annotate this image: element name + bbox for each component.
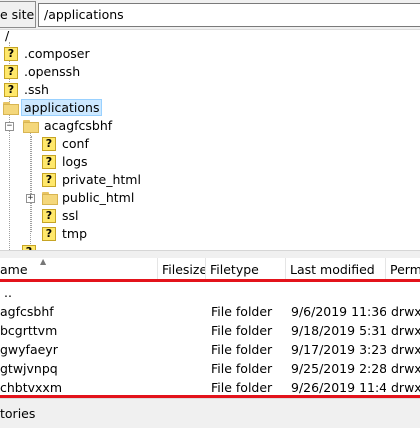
tree-item-label: private_html: [62, 172, 141, 187]
folder-icon: [42, 192, 58, 205]
status-bar: tories: [0, 398, 420, 428]
file-name: ..: [4, 285, 12, 300]
sort-ascending-icon: ▲: [40, 258, 47, 266]
file-permissions: drwxr: [391, 342, 420, 357]
tree-item-public-html[interactable]: + public_html: [0, 189, 420, 207]
tree-item-composer[interactable]: ? .composer: [0, 45, 420, 63]
tree-item-logs[interactable]: ? logs: [0, 153, 420, 171]
file-row[interactable]: agfcsbhf File folder 9/6/2019 11:36:... …: [0, 302, 420, 321]
tree-item-label: tmp: [62, 226, 88, 241]
parent-directory-row[interactable]: ..: [0, 283, 420, 302]
unknown-folder-icon: ?: [4, 83, 18, 97]
unknown-folder-icon: ?: [42, 137, 56, 151]
pane-splitter[interactable]: [0, 250, 420, 258]
file-modified: 9/6/2019 11:36:...: [291, 304, 386, 319]
file-modified: 9/18/2019 5:31:...: [291, 323, 386, 338]
tree-item-label: logs: [62, 154, 88, 169]
file-modified: 9/25/2019 2:28:...: [291, 361, 386, 376]
file-name: bcgrttvm: [0, 323, 58, 338]
tree-item-private-html[interactable]: ? private_html: [0, 171, 420, 189]
remote-path-input[interactable]: /applications: [38, 3, 420, 27]
file-type: File folder: [211, 323, 273, 338]
expand-icon[interactable]: +: [26, 194, 35, 203]
file-row[interactable]: gwyfaeyr File folder 9/17/2019 3:23:... …: [0, 340, 420, 359]
unknown-folder-icon: ?: [42, 173, 56, 187]
tree-item-label: ssl: [62, 208, 79, 223]
unknown-folder-icon: ?: [42, 227, 56, 241]
tree-item-label: conf: [62, 136, 89, 151]
file-type: File folder: [211, 304, 273, 319]
tree-root-label: /: [5, 30, 10, 43]
file-row[interactable]: bcgrttvm File folder 9/18/2019 5:31:... …: [0, 321, 420, 340]
remote-site-label: e site:: [0, 1, 36, 28]
unknown-folder-icon: ?: [4, 47, 18, 61]
folder-icon: [23, 120, 39, 133]
folder-icon: [3, 102, 19, 115]
tree-item-conf[interactable]: ? conf: [0, 135, 420, 153]
file-name: gtwjvnpq: [0, 361, 58, 376]
tree-item-partial[interactable]: ?: [0, 243, 420, 250]
unknown-folder-icon: ?: [4, 65, 18, 79]
file-row[interactable]: gtwjvnpq File folder 9/25/2019 2:28:... …: [0, 359, 420, 378]
remote-site-bar: e site: /applications: [0, 0, 420, 30]
file-name: agfcsbhf: [0, 304, 54, 319]
tree-item-label: public_html: [62, 190, 135, 205]
unknown-folder-icon: ?: [42, 155, 56, 169]
collapse-icon[interactable]: −: [5, 122, 14, 131]
remote-file-list[interactable]: ▲ ame Filesize Filetype Last modified Pe…: [0, 258, 420, 398]
tree-item-label: acagfcsbhf: [44, 118, 113, 133]
tree-item-openssh[interactable]: ? .openssh: [0, 63, 420, 81]
tree-item-ssh[interactable]: ? .ssh: [0, 81, 420, 99]
file-permissions: drwxr: [391, 304, 420, 319]
tree-item-ssl[interactable]: ? ssl: [0, 207, 420, 225]
file-type: File folder: [211, 361, 273, 376]
file-permissions: drwxr: [391, 361, 420, 376]
tree-item-label: .composer: [24, 46, 90, 61]
file-modified: 9/17/2019 3:23:...: [291, 342, 386, 357]
tree-item-label: .openssh: [24, 64, 81, 79]
unknown-folder-icon: ?: [42, 209, 56, 223]
tree-item-applications[interactable]: applications: [0, 99, 420, 117]
tree-item-acagfcsbhf[interactable]: − acagfcsbhf: [0, 117, 420, 135]
status-text: tories: [0, 406, 36, 421]
remote-directory-tree[interactable]: / ? .composer ? .openssh ? .ssh applicat…: [0, 30, 420, 250]
file-type: File folder: [211, 342, 273, 357]
highlight-border-top: [0, 279, 420, 282]
tree-item-label: applications: [21, 99, 103, 116]
file-permissions: drwxr: [391, 323, 420, 338]
file-name: gwyfaeyr: [0, 342, 58, 357]
tree-item-label: .ssh: [24, 82, 49, 97]
tree-item-tmp[interactable]: ? tmp: [0, 225, 420, 243]
